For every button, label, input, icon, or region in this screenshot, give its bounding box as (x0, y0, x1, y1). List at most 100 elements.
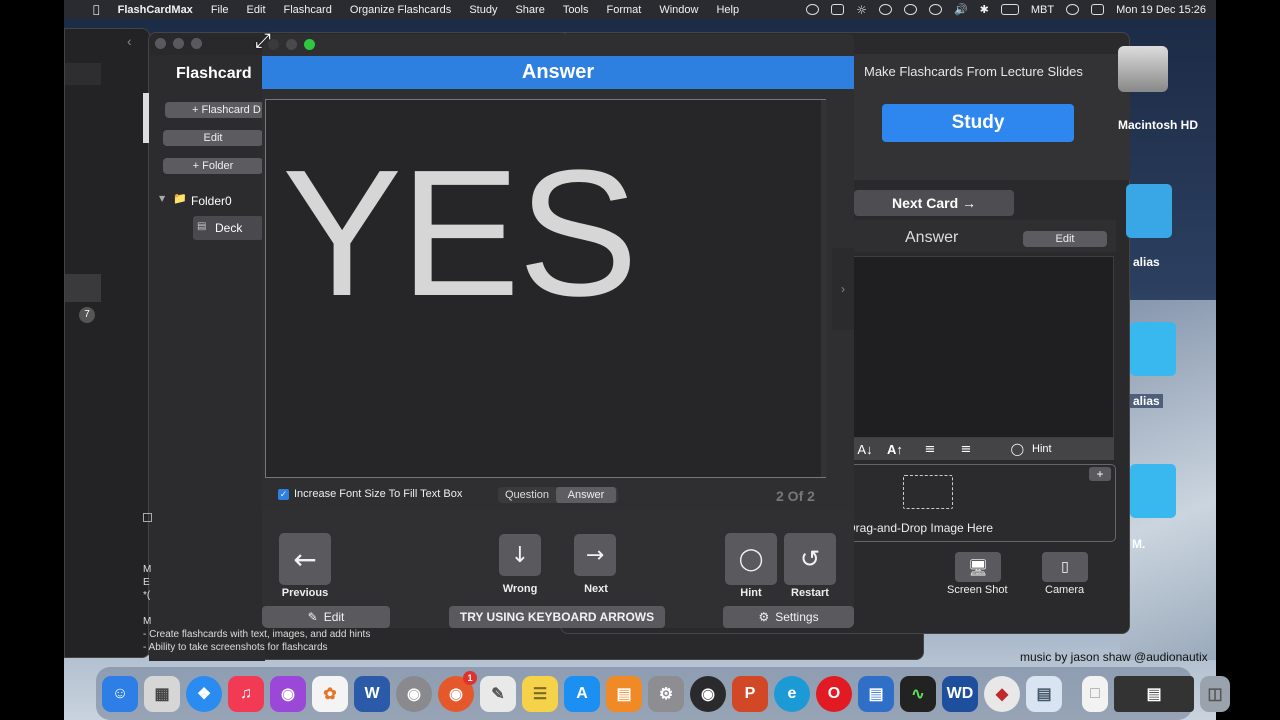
next-button[interactable]: → (574, 534, 616, 576)
volume-icon[interactable]: 🔊 (954, 3, 968, 16)
back-chevron-icon[interactable]: ‹ (127, 33, 132, 49)
close-button[interactable] (155, 38, 166, 49)
desktop-item-label[interactable]: M. (1132, 537, 1145, 551)
align-center-icon[interactable]: ≡ (948, 442, 984, 457)
macintosh-hd-icon[interactable] (1118, 46, 1168, 92)
restart-button[interactable]: ↺ (784, 533, 836, 585)
finder-window-icon[interactable]: ▤ (1114, 675, 1194, 712)
powerpoint-icon[interactable]: P (732, 675, 768, 712)
deck-row[interactable]: ▤ Deck (193, 216, 263, 240)
launchpad-icon[interactable]: ▦ (144, 675, 180, 712)
desktop-item-label[interactable]: Macintosh HD (1118, 118, 1216, 132)
obs-icon[interactable]: ◉ (690, 675, 726, 712)
align-left-icon[interactable]: ≡ (912, 442, 948, 457)
trash-icon[interactable]: ◫ (1200, 675, 1230, 712)
disclosure-icon[interactable]: ▼ (159, 194, 165, 203)
edit-button[interactable]: Edit (163, 130, 263, 146)
menu-flashcard[interactable]: Flashcard (275, 4, 341, 16)
system-preferences-icon[interactable]: ⚙ (648, 675, 684, 712)
menu-tools[interactable]: Tools (554, 4, 598, 16)
timer-status-icon[interactable] (928, 4, 942, 15)
apple-menu-icon[interactable]:  (84, 3, 109, 16)
side-expand-handle[interactable]: › (832, 248, 854, 330)
firefox-icon[interactable]: ◉ 1 (438, 670, 477, 712)
edge-icon[interactable]: e (774, 675, 810, 712)
add-image-button[interactable]: + (1089, 467, 1111, 481)
alias-folder-icon[interactable] (1126, 184, 1172, 238)
zoom-button[interactable] (304, 39, 315, 50)
wd-icon[interactable]: WD (942, 675, 978, 712)
zoom-button[interactable] (191, 38, 202, 49)
menu-edit[interactable]: Edit (238, 4, 275, 16)
input-source[interactable]: MBT (1031, 4, 1054, 16)
wrong-button[interactable]: ↓ (499, 534, 541, 576)
hint-button[interactable]: ◯ (725, 533, 777, 585)
answer-text-area[interactable] (852, 256, 1114, 438)
word-icon[interactable]: W (354, 675, 390, 712)
segment-question[interactable]: Question (498, 487, 556, 503)
wifi-icon[interactable] (1066, 4, 1080, 15)
menu-share[interactable]: Share (506, 4, 553, 16)
vpn-status-icon[interactable] (806, 4, 820, 15)
alias-folder-icon[interactable] (1130, 322, 1176, 376)
increase-font-icon[interactable]: A↑ (878, 442, 912, 457)
card-scrollbar[interactable] (821, 100, 827, 477)
activity-monitor-icon[interactable]: ∿ (900, 675, 936, 712)
appstore-icon[interactable]: A (564, 675, 600, 712)
segment-answer[interactable]: Answer (556, 487, 616, 503)
decrease-font-icon[interactable]: A↓ (852, 442, 878, 457)
next-card-button[interactable]: Next Card → (854, 190, 1014, 216)
camera-button[interactable]: ▯ (1042, 552, 1088, 582)
safari-icon[interactable]: ❖ (186, 675, 222, 712)
edit-card-button[interactable]: ✎ Edit (262, 606, 390, 628)
minimize-button[interactable] (286, 39, 297, 50)
menu-file[interactable]: File (202, 4, 238, 16)
study-button[interactable]: Study (882, 104, 1074, 142)
control-center-icon[interactable] (1091, 4, 1105, 15)
menu-format[interactable]: Format (598, 4, 651, 16)
focus-status-icon[interactable] (903, 4, 917, 15)
brightness-icon[interactable]: ☼ (856, 3, 867, 17)
add-folder-button[interactable]: + Folder (163, 158, 263, 174)
image-drop-zone[interactable]: + Drag-and-Drop Image Here (846, 464, 1116, 542)
settings-button[interactable]: ⚙ Settings (723, 606, 854, 628)
checkbox-checked-icon[interactable]: ✓ (278, 488, 289, 500)
left-window-row[interactable] (65, 274, 101, 302)
music-icon[interactable]: ♫ (228, 675, 264, 712)
checkbox-stub[interactable] (143, 513, 152, 522)
textedit-icon[interactable]: ✎ (480, 675, 516, 712)
battery-icon[interactable] (1000, 4, 1019, 15)
desktop-item-label[interactable]: alias (1130, 394, 1163, 408)
opera-icon[interactable]: O (816, 675, 852, 712)
menubar-clock[interactable]: Mon 19 Dec 15:26 (1116, 4, 1206, 16)
menu-window[interactable]: Window (650, 4, 707, 16)
previous-button[interactable]: ← (279, 533, 331, 585)
add-flashcard-deck-button[interactable]: + Flashcard D (165, 102, 265, 118)
notes-icon[interactable]: ☰ (522, 675, 558, 712)
lecture-slides-link[interactable]: Make Flashcards From Lecture Slides (864, 64, 1083, 79)
menu-organize-flashcards[interactable]: Organize Flashcards (341, 4, 461, 16)
screenshot-button[interactable]: 🖥 (955, 552, 1001, 582)
question-answer-toggle[interactable]: Question Answer (498, 487, 618, 503)
minimize-button[interactable] (173, 38, 184, 49)
bluetooth-icon[interactable]: ✱ (980, 3, 989, 16)
answer-edit-button[interactable]: Edit (1023, 231, 1107, 247)
menu-app-name[interactable]: FlashCardMax (109, 4, 202, 16)
podcasts-icon[interactable]: ◉ (270, 675, 306, 712)
obs-status-icon[interactable] (878, 4, 892, 15)
photos-icon[interactable]: ✿ (312, 675, 348, 712)
finder-icon[interactable]: ☺ (102, 675, 138, 712)
preview-icon[interactable]: ▤ (1026, 675, 1062, 712)
left-window-row[interactable] (65, 63, 101, 85)
hint-bulb-icon[interactable]: ◯ (984, 442, 1024, 456)
desktop-folder-icon[interactable] (1130, 464, 1176, 518)
menu-help[interactable]: Help (707, 4, 748, 16)
font-fill-option[interactable]: ✓ Increase Font Size To Fill Text Box (278, 488, 462, 500)
hint-button[interactable]: Hint (1024, 443, 1052, 455)
flashcardmax-icon[interactable]: ◆ (984, 675, 1020, 712)
screens-icon[interactable]: ▤ (858, 675, 894, 712)
folder-name[interactable]: Folder0 (191, 194, 232, 208)
books-icon[interactable]: ▤ (606, 675, 642, 712)
menu-study[interactable]: Study (460, 4, 506, 16)
desktop-item-label[interactable]: alias (1133, 255, 1160, 269)
